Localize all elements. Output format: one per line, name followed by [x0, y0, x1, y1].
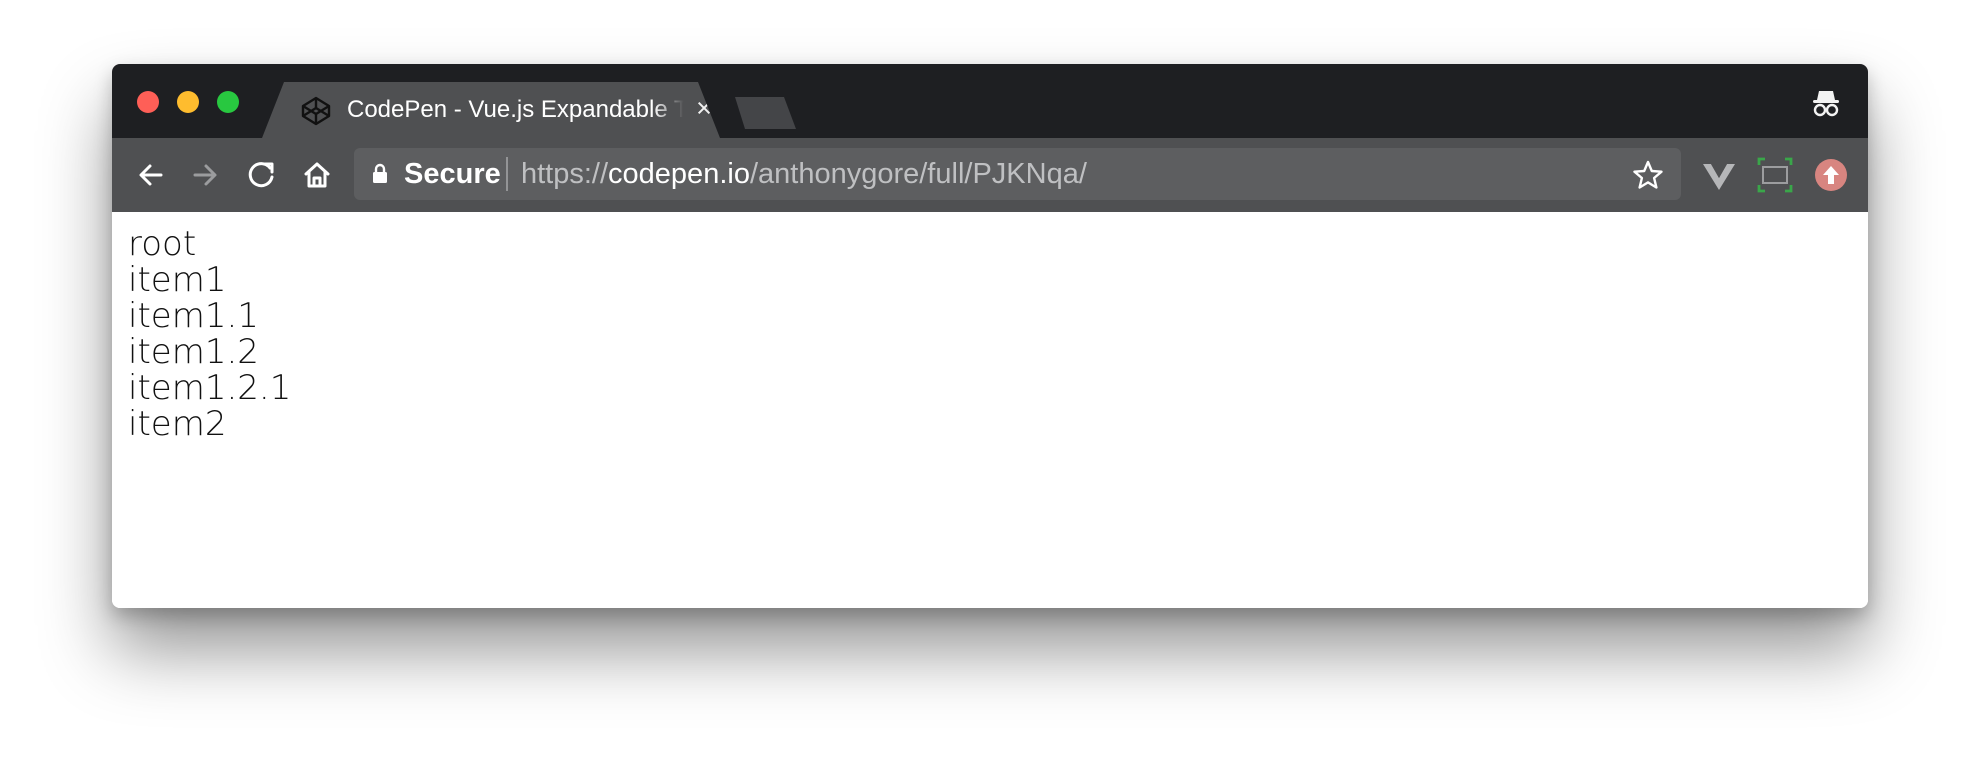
tree-item-item1[interactable]: item1	[128, 262, 291, 298]
address-bar-divider	[506, 157, 508, 191]
title-bar: CodePen - Vue.js Expandable Tree ×	[112, 64, 1868, 138]
screenshot-frame-icon[interactable]	[1757, 157, 1793, 193]
tree-item-item1-2-1[interactable]: item1.2.1	[128, 370, 291, 406]
tree-item-root[interactable]: root	[128, 226, 291, 262]
url-host: codepen.io	[608, 158, 750, 190]
incognito-icon	[1809, 85, 1843, 119]
lock-icon[interactable]	[371, 162, 389, 184]
browser-window: CodePen - Vue.js Expandable Tree × Secur…	[112, 64, 1868, 608]
url-path: /anthonygore/full/PJKNqa/	[749, 158, 1087, 190]
close-window-button[interactable]	[137, 91, 159, 113]
browser-toolbar: Secure https://codepen.io/anthonygore/fu…	[112, 138, 1868, 212]
tree-item-item1-1[interactable]: item1.1	[128, 298, 291, 334]
url-scheme: https://	[521, 158, 609, 190]
address-bar[interactable]: Secure https://codepen.io/anthonygore/fu…	[354, 148, 1681, 200]
url-text[interactable]: https://codepen.io/anthonygore/full/PJKN…	[521, 158, 1087, 190]
new-tab-button[interactable]	[735, 97, 796, 129]
upload-icon[interactable]	[1813, 157, 1849, 193]
tree-item-item2[interactable]: item2	[128, 406, 291, 442]
active-tab[interactable]: CodePen - Vue.js Expandable Tree ×	[262, 82, 720, 138]
maximize-window-button[interactable]	[217, 91, 239, 113]
security-label[interactable]: Secure	[404, 158, 501, 190]
back-arrow-icon[interactable]	[132, 156, 170, 194]
reload-icon[interactable]	[242, 156, 280, 194]
page-content: root item1 item1.1 item1.2 item1.2.1 ite…	[112, 212, 1868, 608]
tree-item-item1-2[interactable]: item1.2	[128, 334, 291, 370]
home-icon[interactable]	[298, 156, 336, 194]
close-tab-button[interactable]: ×	[693, 95, 715, 122]
forward-arrow-icon[interactable]	[186, 156, 224, 194]
expandable-tree: root item1 item1.1 item1.2 item1.2.1 ite…	[128, 226, 291, 442]
minimize-window-button[interactable]	[177, 91, 199, 113]
star-icon[interactable]	[1631, 158, 1665, 192]
codepen-icon	[300, 95, 332, 127]
vue-devtools-icon[interactable]	[1701, 157, 1737, 193]
tab-title: CodePen - Vue.js Expandable Tree	[347, 95, 689, 125]
